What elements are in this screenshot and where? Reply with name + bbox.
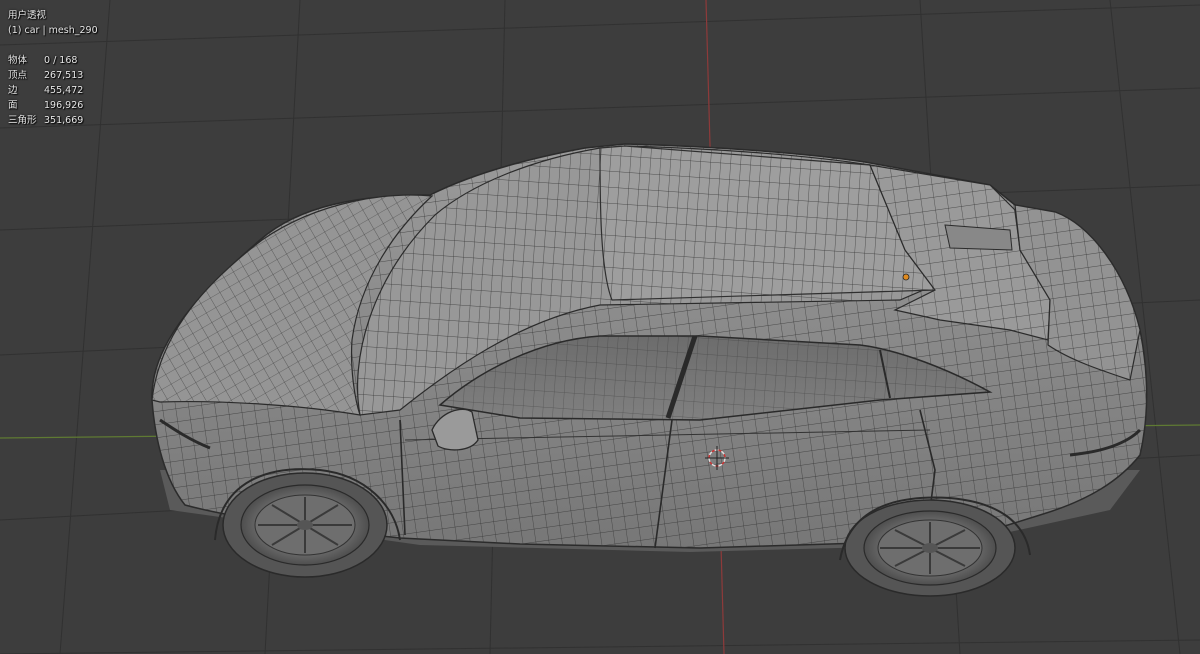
rear-wheel — [844, 499, 1016, 597]
stat-value: 0 / 168 — [44, 55, 78, 66]
stat-label: 面 — [8, 100, 18, 111]
stat-row-faces: 面 196,926 — [8, 98, 98, 113]
object-origin-dot — [902, 273, 910, 281]
viewport-canvas[interactable] — [0, 0, 1200, 654]
stat-value: 455,472 — [44, 85, 84, 96]
stat-label: 三角形 — [8, 115, 37, 126]
active-object-label: (1) car | mesh_290 — [8, 25, 98, 36]
stat-row-edges: 边 455,472 — [8, 83, 98, 98]
stat-value: 196,926 — [44, 100, 84, 111]
scene-statistics: 物体 0 / 168 顶点 267,513 边 455,472 面 196,92… — [8, 53, 98, 128]
car-mesh[interactable] — [151, 143, 1148, 597]
view-name: 用户透视 — [8, 10, 47, 21]
viewport-info-overlay: 用户透视 (1) car | mesh_290 物体 0 / 168 顶点 26… — [8, 8, 98, 128]
stat-label: 边 — [8, 85, 18, 96]
stat-label: 物体 — [8, 55, 28, 66]
stat-label: 顶点 — [8, 70, 28, 81]
front-wheel — [222, 472, 388, 578]
stat-value: 267,513 — [44, 70, 84, 81]
stat-row-objects: 物体 0 / 168 — [8, 53, 98, 68]
stat-row-vertices: 顶点 267,513 — [8, 68, 98, 83]
stat-row-triangles: 三角形 351,669 — [8, 113, 98, 128]
stat-value: 351,669 — [44, 115, 84, 126]
3d-viewport[interactable]: 用户透视 (1) car | mesh_290 物体 0 / 168 顶点 26… — [0, 0, 1200, 654]
